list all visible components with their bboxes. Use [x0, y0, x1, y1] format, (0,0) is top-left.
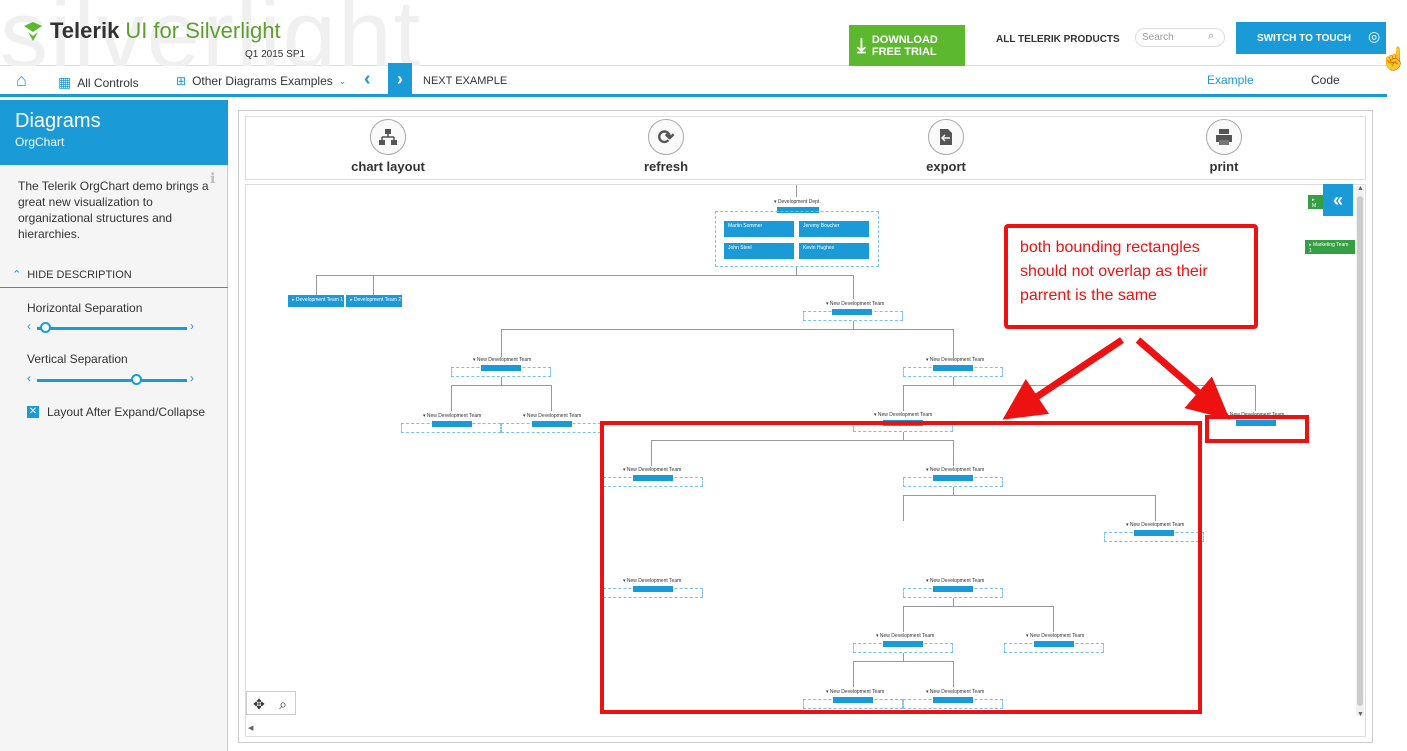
annotation-arrows — [1002, 337, 1230, 420]
annotation-arrow-right — [1135, 337, 1230, 420]
app-window: silverlight Telerik UI for Silverlight Q… — [0, 0, 1407, 751]
annotation-arrow-left — [1002, 337, 1124, 420]
annotation-callout: both bounding rectangles should not over… — [1004, 224, 1258, 329]
